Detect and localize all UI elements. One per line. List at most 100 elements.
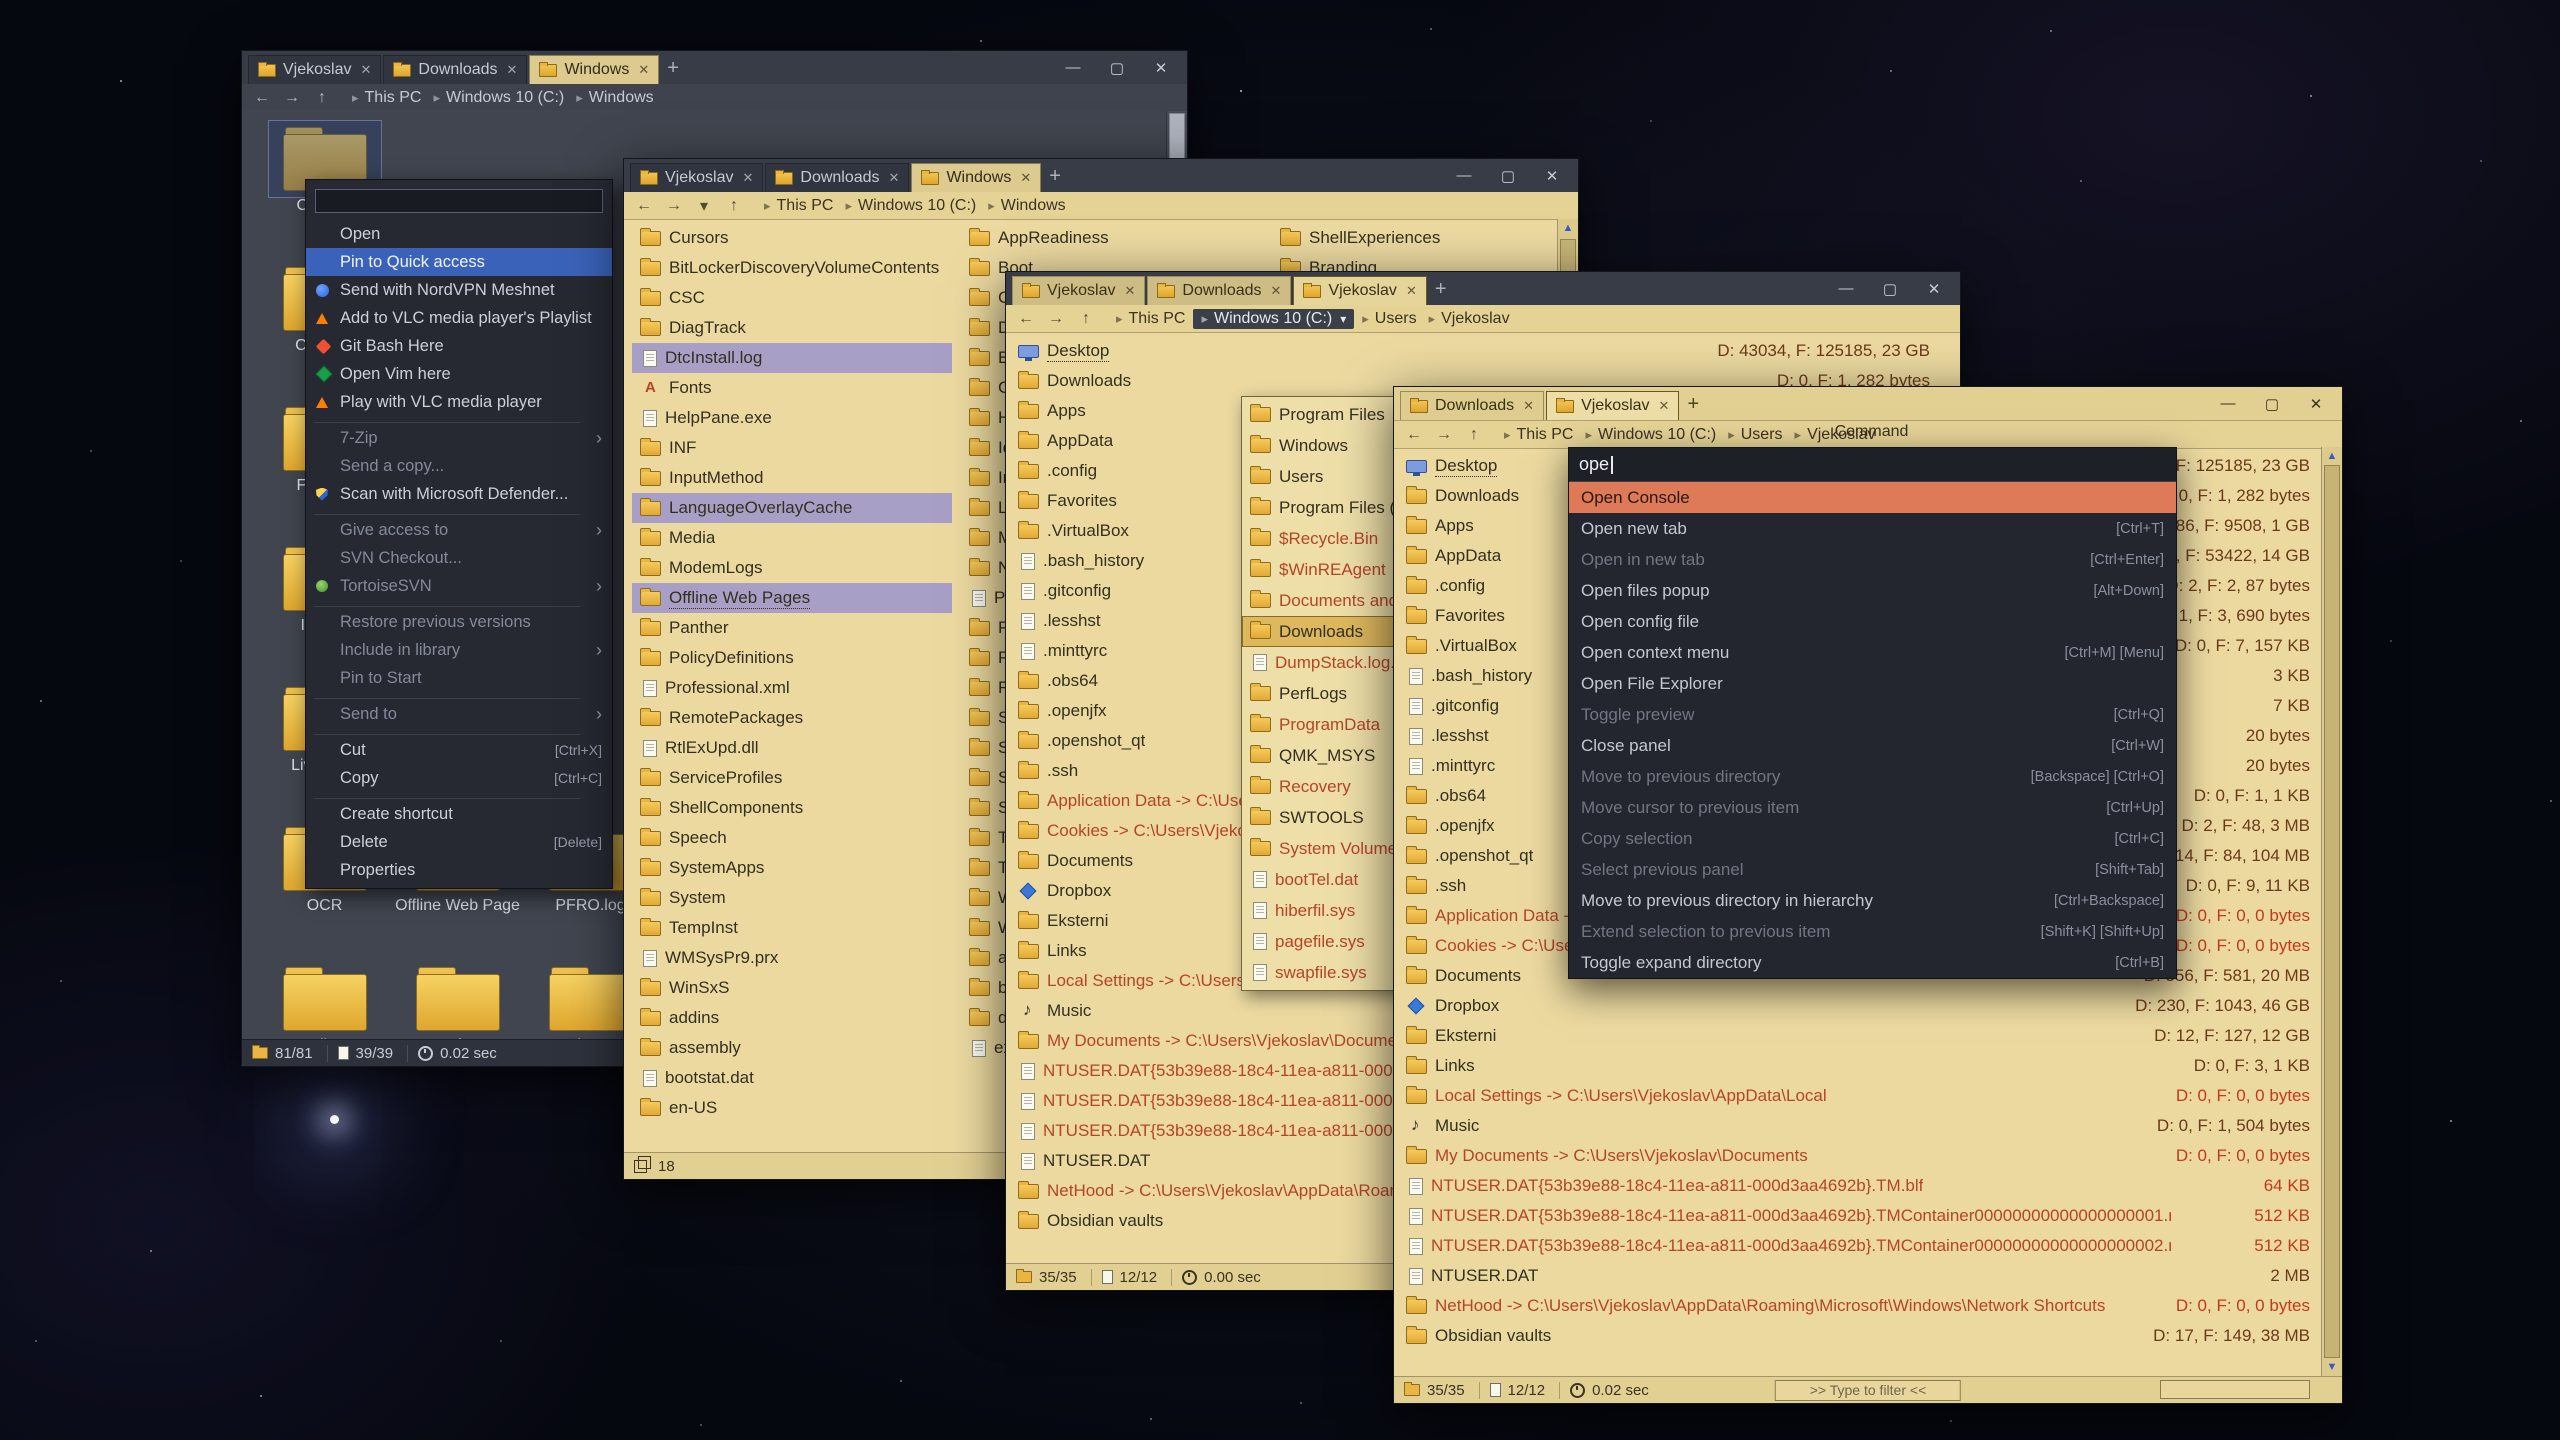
context-menu-item[interactable]: Open ›	[306, 220, 612, 248]
file-row[interactable]: WMSysPr9.prx	[632, 943, 952, 973]
file-row[interactable]: DiagTrack	[632, 313, 952, 343]
file-row[interactable]: SystemApps	[632, 853, 952, 883]
breadcrumb-segment[interactable]: ▸ Vjekoslav ▾	[1425, 309, 1514, 329]
scrollbar[interactable]: ▲ ▼	[2321, 447, 2342, 1376]
file-row[interactable]: WinSxS	[632, 973, 952, 1003]
new-tab-button[interactable]: +	[667, 58, 679, 78]
up-button[interactable]: ↑	[1076, 310, 1096, 328]
breadcrumb-segment[interactable]: ▸ Windows ▾	[572, 88, 657, 108]
close-button[interactable]: ✕	[2294, 391, 2338, 417]
back-button[interactable]: ←	[634, 197, 654, 215]
file-row[interactable]: BitLockerDiscoveryVolumeContents	[632, 253, 952, 283]
file-row[interactable]: CSC	[632, 283, 952, 313]
context-menu-item[interactable]: Copy [Ctrl+C] ›	[306, 764, 612, 792]
up-button[interactable]: ↑	[312, 89, 332, 107]
context-menu-item[interactable]: Delete [Delete] ›	[306, 828, 612, 856]
command-item[interactable]: Open File Explorer	[1569, 668, 2176, 699]
minimize-button[interactable]: —	[1442, 163, 1486, 189]
command-item[interactable]: Toggle preview [Ctrl+Q]	[1569, 699, 2176, 730]
file-row[interactable]: Media	[632, 523, 952, 553]
file-row[interactable]: RemotePackages	[632, 703, 952, 733]
tab[interactable]: Windows ✕	[529, 55, 659, 84]
context-menu-item[interactable]: Cut [Ctrl+X] ›	[306, 736, 612, 764]
context-menu-item[interactable]: Give access to ›	[306, 516, 612, 544]
file-row[interactable]: NTUSER.DAT{53b39e88-18c4-11ea-a811-000d3…	[1398, 1171, 2316, 1201]
minimize-button[interactable]: —	[1824, 276, 1868, 302]
context-menu-item[interactable]: Scan with Microsoft Defender... ›	[306, 480, 612, 508]
file-row[interactable]: Dropbox D: 230, F: 1043, 46 GB	[1398, 991, 2316, 1021]
file-row[interactable]: INF	[632, 433, 952, 463]
minimize-button[interactable]: —	[1051, 55, 1095, 81]
rename-input[interactable]	[315, 189, 603, 213]
context-menu-item[interactable]: Send a copy... ›	[306, 452, 612, 480]
close-button[interactable]: ✕	[1139, 55, 1183, 81]
file-row[interactable]: HelpPane.exe	[632, 403, 952, 433]
up-button[interactable]: ↑	[1464, 426, 1484, 444]
title-bar[interactable]: Vjekoslav ✕ Downloads ✕ Windows ✕ + — ▢	[624, 159, 1578, 192]
command-item[interactable]: Move to previous directory in hierarchy …	[1569, 885, 2176, 916]
maximize-button[interactable]: ▢	[2250, 391, 2294, 417]
file-row[interactable]: Professional.xml	[632, 673, 952, 703]
breadcrumb-segment[interactable]: ▸ Windows 10 (C:) ▾	[429, 88, 568, 108]
file-row[interactable]: addins	[632, 1003, 952, 1033]
tab[interactable]: Downloads ✕	[765, 163, 909, 192]
tab-close-icon[interactable]: ✕	[1124, 283, 1135, 299]
breadcrumb-segment[interactable]: ▸ This PC ▾	[348, 88, 425, 108]
back-button[interactable]: ←	[1016, 310, 1036, 328]
context-menu-item[interactable]: Send with NordVPN Meshnet ›	[306, 276, 612, 304]
file-row[interactable]: NTUSER.DAT 2 MB	[1398, 1261, 2316, 1291]
tab-close-icon[interactable]: ✕	[360, 62, 371, 78]
tab-close-icon[interactable]: ✕	[1659, 398, 1670, 414]
title-bar[interactable]: Vjekoslav ✕ Downloads ✕ Windows ✕ + — ▢	[242, 51, 1187, 84]
maximize-button[interactable]: ▢	[1868, 276, 1912, 302]
file-row[interactable]: Offline Web Pages	[632, 583, 952, 613]
tab[interactable]: Downloads ✕	[383, 55, 527, 84]
tab-close-icon[interactable]: ✕	[1523, 398, 1534, 414]
command-item[interactable]: Open new tab [Ctrl+T]	[1569, 513, 2176, 544]
file-row[interactable]: AppReadiness	[961, 223, 1266, 253]
command-item[interactable]: Close panel [Ctrl+W]	[1569, 730, 2176, 761]
context-menu-item[interactable]: Properties ›	[306, 856, 612, 884]
tab[interactable]: Downloads ✕	[1400, 391, 1544, 420]
breadcrumb-segment[interactable]: ▸ Windows 10 (C:) ▾	[1193, 309, 1354, 329]
maximize-button[interactable]: ▢	[1486, 163, 1530, 189]
tab[interactable]: Vjekoslav ✕	[630, 163, 763, 192]
context-menu-item[interactable]: TortoiseSVN ›	[306, 572, 612, 600]
scroll-up-icon[interactable]: ▲	[2322, 448, 2342, 464]
command-item[interactable]: Open files popup [Alt+Down]	[1569, 575, 2176, 606]
context-menu-item[interactable]: ›	[314, 508, 604, 516]
tab[interactable]: Vjekoslav ✕	[1012, 276, 1145, 305]
file-row[interactable]: TempInst	[632, 913, 952, 943]
context-menu-item[interactable]: ›	[314, 600, 604, 608]
context-menu-item[interactable]: Create shortcut ›	[306, 800, 612, 828]
command-item[interactable]: Open context menu [Ctrl+M] [Menu]	[1569, 637, 2176, 668]
command-item[interactable]: Open in new tab [Ctrl+Enter]	[1569, 544, 2176, 575]
scroll-up-icon[interactable]: ▲	[1558, 220, 1578, 236]
file-row[interactable]: ShellComponents	[632, 793, 952, 823]
context-menu-item[interactable]: ›	[314, 416, 604, 424]
file-row[interactable]: assembly	[632, 1033, 952, 1063]
command-item[interactable]: Select previous panel [Shift+Tab]	[1569, 854, 2176, 885]
tab-close-icon[interactable]: ✕	[742, 170, 753, 186]
context-menu-item[interactable]: Pin to Start ›	[306, 664, 612, 692]
breadcrumb-segment[interactable]: ▸ This PC ▾	[1112, 309, 1189, 329]
tab-close-icon[interactable]: ✕	[638, 62, 649, 78]
file-row[interactable]: RtlExUpd.dll	[632, 733, 952, 763]
file-row[interactable]: LanguageOverlayCache	[632, 493, 952, 523]
tab-close-icon[interactable]: ✕	[889, 170, 900, 186]
file-row[interactable]: Obsidian vaults D: 17, F: 149, 38 MB	[1398, 1321, 2316, 1351]
context-menu-item[interactable]: ›	[314, 692, 604, 700]
tab[interactable]: Vjekoslav ✕	[248, 55, 381, 84]
file-row[interactable]: NetHood -> C:\Users\Vjekoslav\AppData\Ro…	[1398, 1291, 2316, 1321]
context-menu-item[interactable]: Git Bash Here ›	[306, 332, 612, 360]
breadcrumb-segment[interactable]: ▸ Windows ▾	[984, 196, 1069, 216]
tab[interactable]: Vjekoslav ✕	[1546, 391, 1679, 420]
file-row[interactable]: Desktop D: 43034, F: 125185, 23 GB	[1010, 336, 1936, 366]
file-row[interactable]: My Documents -> C:\Users\Vjekoslav\Docum…	[1398, 1141, 2316, 1171]
context-menu-item[interactable]: Play with VLC media player ›	[306, 388, 612, 416]
new-tab-button[interactable]: +	[1687, 394, 1699, 414]
file-row[interactable]: bootstat.dat	[632, 1063, 952, 1093]
breadcrumb-segment[interactable]: ▸ Users ▾	[1358, 309, 1420, 329]
file-row[interactable]: NTUSER.DAT{53b39e88-18c4-11ea-a811-000d3…	[1398, 1201, 2316, 1231]
context-menu-item[interactable]: Pin to Quick access ›	[306, 248, 612, 276]
